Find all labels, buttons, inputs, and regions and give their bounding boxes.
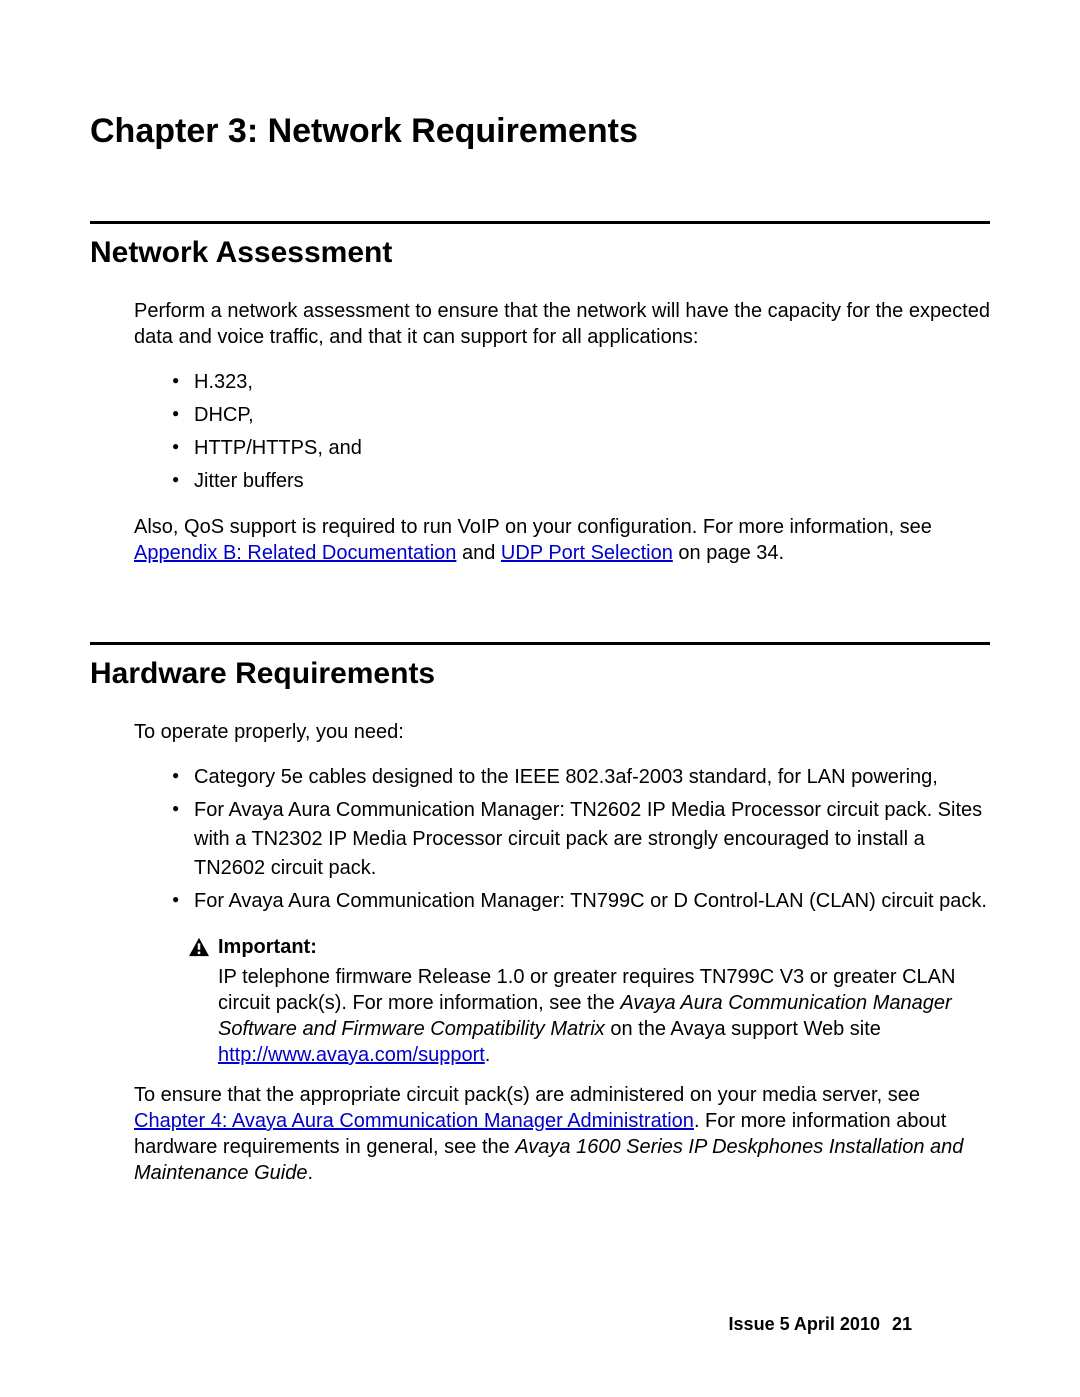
list-item: H.323, — [172, 368, 990, 397]
list-item: HTTP/HTTPS, and — [172, 434, 990, 463]
link-appendix-b[interactable]: Appendix B: Related Documentation — [134, 542, 456, 564]
section-heading-hardware-requirements: Hardware Requirements — [90, 657, 990, 691]
paragraph: To ensure that the appropriate circuit p… — [134, 1082, 990, 1186]
text-span: To ensure that the appropriate circuit p… — [134, 1084, 920, 1106]
paragraph: Also, QoS support is required to run VoI… — [134, 514, 990, 566]
text-span: Also, QoS support is required to run VoI… — [134, 516, 932, 538]
text-span: on the Avaya support Web site — [605, 1018, 881, 1040]
section-divider — [90, 221, 990, 224]
important-label: Important: — [218, 934, 317, 960]
warning-icon — [188, 937, 210, 957]
section-divider — [90, 642, 990, 645]
list-item: Jitter buffers — [172, 467, 990, 496]
footer-issue: Issue 5 April 2010 — [729, 1314, 880, 1334]
text-span: . — [485, 1044, 491, 1066]
bullet-list: Category 5e cables designed to the IEEE … — [172, 763, 990, 916]
list-item: Category 5e cables designed to the IEEE … — [172, 763, 990, 792]
important-note: Important: IP telephone firmware Release… — [218, 934, 990, 1068]
section-heading-network-assessment: Network Assessment — [90, 236, 990, 270]
list-item: DHCP, — [172, 401, 990, 430]
list-item: For Avaya Aura Communication Manager: TN… — [172, 796, 990, 883]
link-udp-port-selection[interactable]: UDP Port Selection — [501, 542, 673, 564]
link-avaya-support[interactable]: http://www.avaya.com/support — [218, 1044, 485, 1066]
link-chapter-4[interactable]: Chapter 4: Avaya Aura Communication Mana… — [134, 1110, 694, 1132]
chapter-title: Chapter 3: Network Requirements — [90, 112, 990, 151]
page-footer: Issue 5 April 2010 21 — [729, 1314, 912, 1335]
paragraph: Perform a network assessment to ensure t… — [134, 298, 990, 350]
important-text: IP telephone firmware Release 1.0 or gre… — [218, 964, 990, 1042]
list-item: For Avaya Aura Communication Manager: TN… — [172, 887, 990, 916]
text-span: on page 34. — [673, 542, 784, 564]
bullet-list: H.323, DHCP, HTTP/HTTPS, and Jitter buff… — [172, 368, 990, 496]
text-span: . — [307, 1162, 313, 1184]
text-span: and — [456, 542, 500, 564]
paragraph: To operate properly, you need: — [134, 719, 990, 745]
footer-page-number: 21 — [892, 1314, 912, 1334]
